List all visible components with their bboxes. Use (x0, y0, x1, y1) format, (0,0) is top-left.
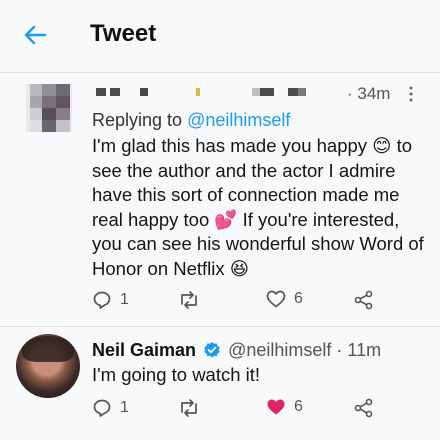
tweet-text-line: I'm glad this has made you happy 😊 to (92, 135, 413, 156)
heart-filled-icon (267, 399, 285, 415)
tweet-actions: 1 6 (92, 398, 392, 420)
tweet-text: I'm glad this has made you happy 😊 to se… (92, 134, 432, 281)
retweet-icon (181, 291, 197, 309)
tweet-text-line: see the author and the actor I admire (92, 159, 396, 181)
top-bar: Tweet (0, 0, 440, 72)
like-button[interactable]: 6 (266, 290, 303, 308)
share-button[interactable] (354, 398, 374, 418)
redacted-handle (260, 88, 274, 96)
verified-badge-icon (204, 342, 220, 358)
redacted-name (196, 88, 200, 96)
share-icon (354, 290, 373, 310)
reply-button[interactable]: 1 (92, 398, 129, 418)
like-button[interactable]: 6 (266, 398, 303, 416)
like-count: 6 (294, 398, 303, 415)
share-icon (354, 398, 373, 418)
tweet-divider (0, 326, 440, 327)
reply-icon (93, 291, 111, 309)
avatar[interactable] (16, 334, 80, 398)
redacted-handle (288, 88, 298, 96)
tweet-actions: 1 6 (92, 290, 392, 312)
tweet-header: · 34m (92, 84, 422, 106)
share-button[interactable] (354, 290, 374, 310)
tweet-header: Neil Gaiman @neilhimself · 11m (92, 340, 432, 362)
page-title: Tweet (90, 20, 157, 47)
retweet-icon (181, 399, 197, 417)
redacted-name (110, 88, 120, 96)
arrow-left-icon[interactable] (22, 22, 48, 48)
retweet-button[interactable] (178, 290, 200, 310)
tweet-text-line: you can see his wonderful show Word of (92, 233, 424, 254)
redacted-handle (298, 88, 306, 96)
reply-count: 1 (120, 399, 129, 416)
reply-icon (93, 399, 111, 417)
reply-handle-link[interactable]: @neilhimself (187, 110, 290, 130)
redacted-handle (252, 88, 260, 96)
replying-to-label: Replying to (92, 110, 183, 130)
avatar-hair (22, 336, 74, 362)
more-options-icon[interactable] (408, 86, 414, 102)
redacted-name (96, 88, 106, 96)
avatar[interactable] (26, 84, 72, 132)
tweet-text-line: have this sort of connection made me (92, 184, 400, 205)
tweet-text: I'm going to watch it! (92, 364, 261, 385)
retweet-button[interactable] (178, 398, 200, 418)
reply-button[interactable]: 1 (92, 290, 129, 310)
tweet-text-line: Honor on Netflix 😆 (92, 257, 250, 279)
author-name[interactable]: Neil Gaiman (92, 340, 196, 360)
tweet-time: · 11m (336, 340, 382, 360)
reply-count: 1 (120, 291, 129, 308)
header-divider (0, 72, 440, 73)
author-handle[interactable]: @neilhimself (228, 340, 331, 360)
tweet-text-line: real happy too 💕 If you're interested, (92, 208, 400, 230)
like-count: 6 (294, 290, 303, 307)
replying-to: Replying to @neilhimself (92, 110, 290, 131)
tweet-time: · 34m (347, 84, 391, 103)
heart-outline-icon (266, 290, 286, 308)
redacted-name (140, 88, 148, 96)
